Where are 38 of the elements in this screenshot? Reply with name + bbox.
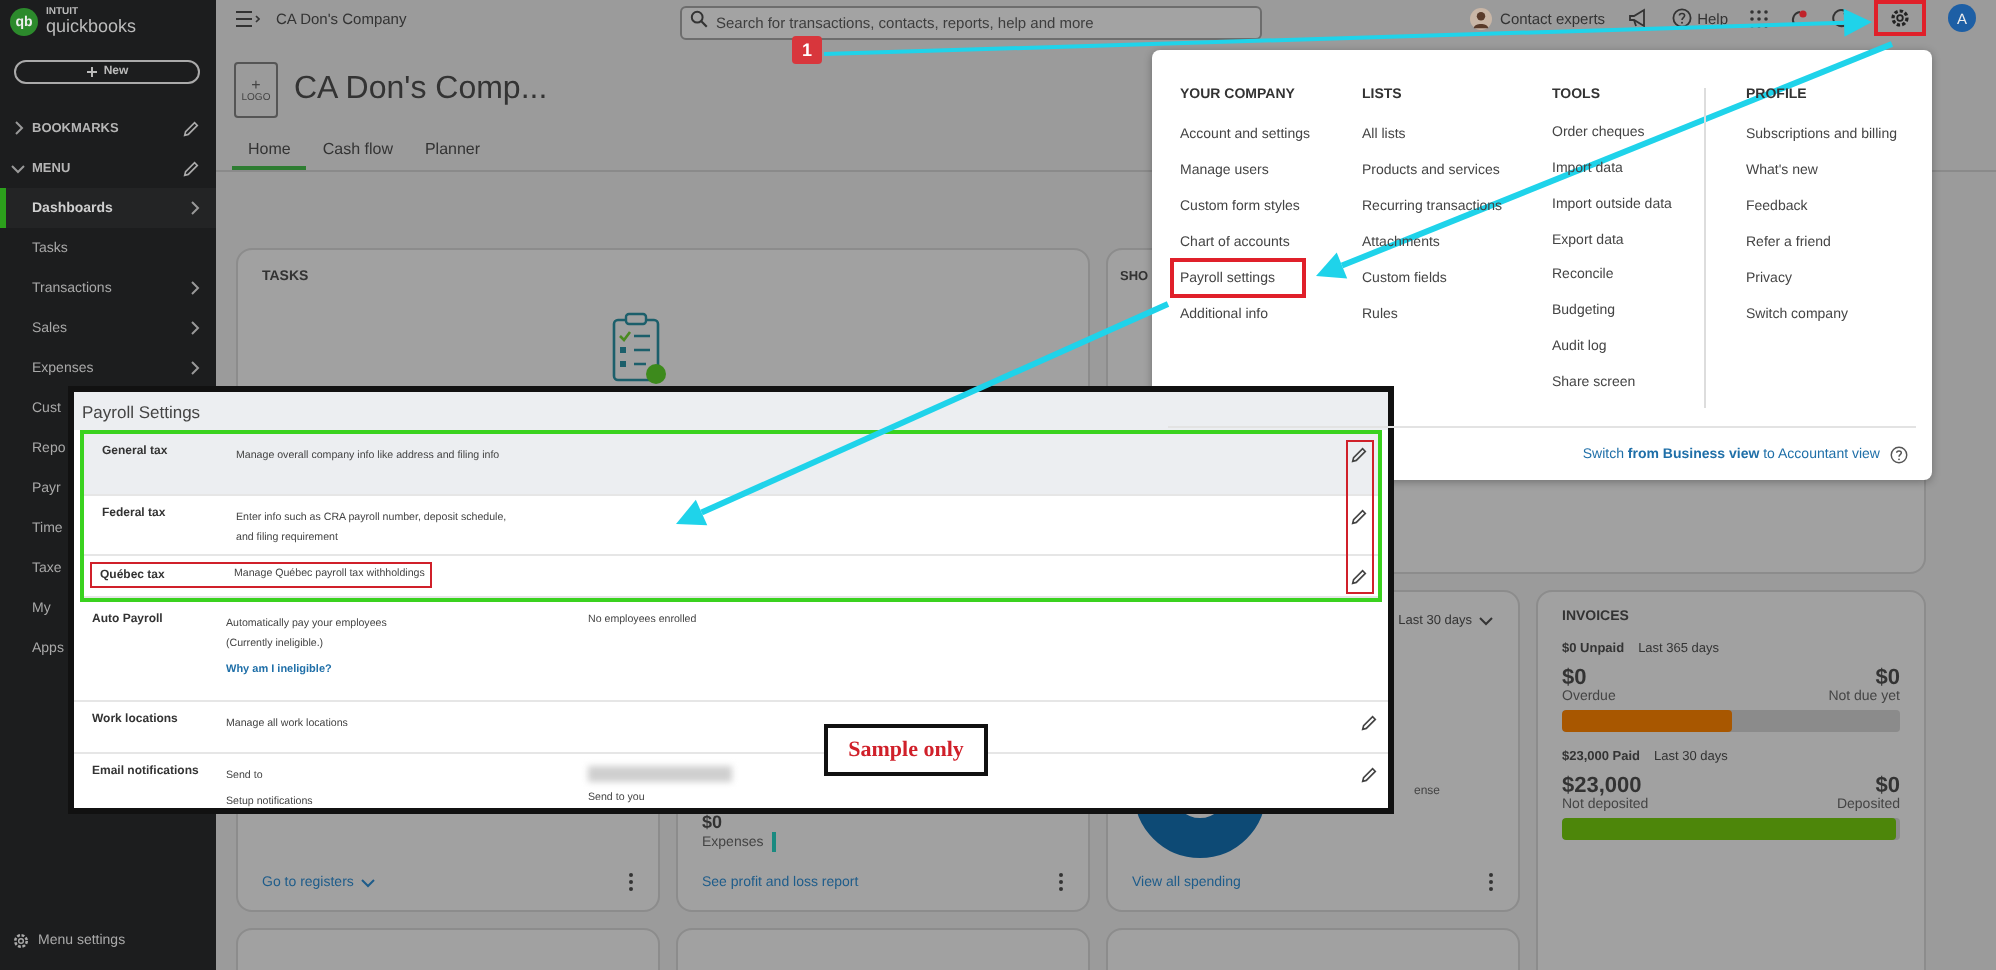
caret-icon	[1478, 612, 1494, 628]
settings-button[interactable]	[1874, 0, 1926, 36]
tab[interactable]: Cash flow	[306, 136, 409, 170]
amount: $23,000	[1562, 774, 1642, 798]
pencil-icon[interactable]	[1359, 766, 1377, 784]
settings-icon	[1890, 8, 1910, 28]
plus-icon	[85, 66, 98, 78]
pencil-icon[interactable]	[1359, 714, 1377, 732]
amount: $0	[702, 812, 725, 832]
logo-product: quickbooks	[46, 18, 137, 36]
pencil-icon[interactable]	[182, 119, 200, 137]
expenses-bar	[771, 832, 776, 852]
panel-title: Payroll Settings	[74, 392, 1388, 430]
tab[interactable]: Planner	[408, 136, 497, 170]
megaphone-icon[interactable]	[1627, 8, 1650, 28]
tab[interactable]: Home	[232, 136, 307, 170]
help-icon	[1671, 8, 1692, 28]
pencil-icon[interactable]	[1349, 446, 1367, 464]
pencil-icon[interactable]	[1349, 568, 1367, 586]
amount: $0	[1875, 774, 1900, 798]
notification-icon[interactable]	[1790, 8, 1810, 28]
clipboard-icon	[609, 312, 669, 384]
apps-grid-icon[interactable]	[1750, 9, 1768, 27]
help-icon[interactable]	[1890, 445, 1908, 463]
step-badge: 1	[792, 36, 822, 64]
caret-icon	[359, 874, 376, 890]
pencil-icon[interactable]	[182, 159, 200, 177]
pencil-icon[interactable]	[1349, 508, 1367, 526]
menu-icon[interactable]	[236, 9, 260, 27]
more-icon[interactable]	[1058, 872, 1064, 892]
more-icon[interactable]	[628, 872, 634, 892]
amount: $0	[1875, 666, 1900, 690]
avatar-icon	[1470, 7, 1493, 29]
company-title: CA Don's Comp...	[294, 72, 548, 108]
more-icon[interactable]	[1488, 872, 1494, 892]
gear-icon[interactable]	[12, 932, 30, 950]
amount: $0	[1562, 666, 1587, 690]
sample-note: Sample only	[824, 724, 988, 776]
